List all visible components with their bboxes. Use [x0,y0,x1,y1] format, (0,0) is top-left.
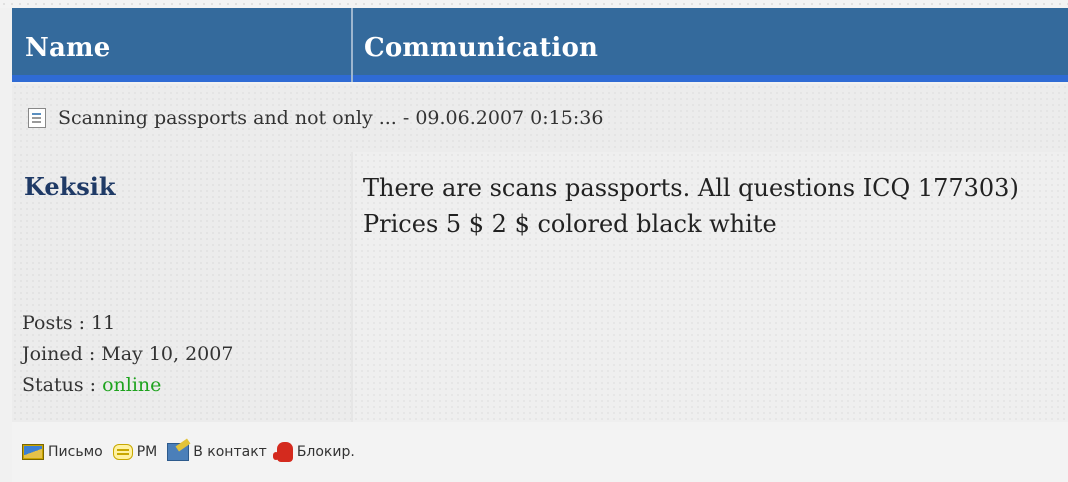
column-header-name: Name [25,33,111,63]
joined-value: May 10, 2007 [101,343,234,365]
topic-title: Scanning passports and not only ... - 09… [58,107,604,129]
author-joined-line: Joined : May 10, 2007 [22,339,233,370]
posts-label: Posts : [22,312,92,334]
document-icon [28,108,46,128]
status-online-value: online [102,374,162,396]
posts-value: 11 [91,312,116,334]
topic-row: Scanning passports and not only ... - 09… [12,84,1068,152]
block-user-button[interactable]: Блокир. [272,442,355,462]
table-header: Name Communication [12,8,1068,82]
block-hand-icon [272,442,293,462]
add-contact-button[interactable]: В контакт [167,443,267,461]
message-line: Prices 5 $ 2 $ colored black white [363,210,777,238]
private-message-label: PM [136,444,158,460]
column-header-communication: Communication [364,33,599,63]
post-author-username[interactable]: Keksik [24,172,116,201]
status-label: Status : [22,374,103,396]
private-message-button[interactable]: PM [112,444,158,460]
joined-label: Joined : [22,343,102,365]
post-message-panel: There are scans passports. All questions… [353,152,1068,422]
block-user-label: Блокир. [296,444,355,460]
add-contact-label: В контакт [193,444,267,460]
author-stats: Posts : 11 Joined : May 10, 2007 Status … [22,308,233,401]
pm-icon [112,444,133,460]
message-line: There are scans passports. All questions… [363,174,1019,202]
post-actions-bar: Письмо PM В контакт Блокир. [12,422,1068,482]
post-author-panel: Keksik Posts : 11 Joined : May 10, 2007 … [12,152,351,422]
author-posts-line: Posts : 11 [22,308,233,339]
post-message: There are scans passports. All questions… [363,170,1019,242]
add-contact-icon [167,443,190,461]
send-mail-label: Письмо [48,444,103,460]
header-column-divider [351,8,353,82]
send-mail-button[interactable]: Письмо [22,444,103,460]
author-status-line: Status : online [22,370,233,401]
top-dotted-strip [0,0,1068,8]
mail-icon [22,444,44,460]
